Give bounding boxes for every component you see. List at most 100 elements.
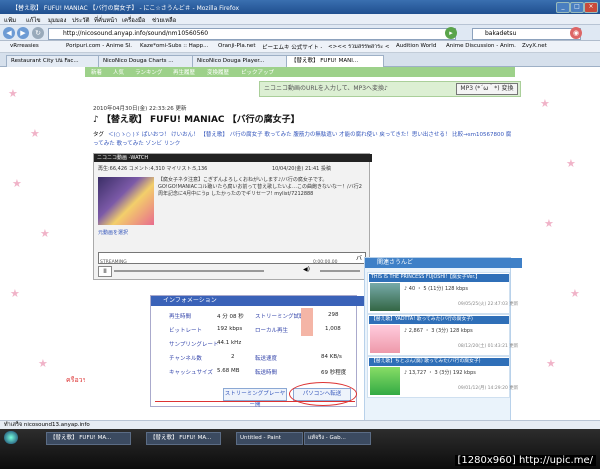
pause-button[interactable]: II [98, 266, 112, 277]
menu-tools[interactable]: เครื่องมือ [122, 15, 145, 25]
close-button[interactable]: × [584, 2, 598, 13]
streaming-player-button[interactable]: ストリーミングプレーヤー開 [223, 388, 287, 408]
menu-edit[interactable]: แก้ไข [26, 15, 41, 25]
bookmark-item[interactable]: <><< รวมสรรพสาระ <<<<... [328, 43, 390, 51]
nav-pickup[interactable]: ピックアップ [241, 68, 274, 76]
nav-ranking[interactable]: ランキング [135, 68, 162, 76]
bookmark-item[interactable]: ピーエムキ 公式サイト -... [262, 43, 322, 51]
related-thumbnail[interactable] [370, 325, 400, 353]
related-thumbnail[interactable] [370, 367, 400, 395]
reload-button[interactable]: ↻ [32, 27, 44, 39]
seek-bar[interactable] [114, 270, 264, 272]
addon-icon[interactable]: ◉ [570, 27, 582, 39]
maximize-button[interactable]: □ [570, 2, 584, 13]
info-label: ローカル再生 [255, 328, 289, 334]
menu-view[interactable]: มุมมอง [48, 15, 66, 25]
menu-history[interactable]: ประวัติ [72, 15, 90, 25]
taskbar-item[interactable]: 【替え歌】 FUFU! MA... [46, 432, 131, 445]
page-content: ★ ★ ★ ★ ★ ★ ★ ★ ★ ★ ★ ครือวรณ์ 新着 人気 ランキ… [0, 67, 600, 441]
related-date: 08/12/20(土) 01:43:21 更新 [458, 344, 519, 349]
nav-popular[interactable]: 人気 [113, 68, 124, 76]
menu-bookmarks[interactable]: ที่คั่นหน้า [94, 15, 118, 25]
star-decoration: ★ [12, 177, 22, 190]
video-thumbnail[interactable] [98, 177, 154, 225]
info-value: 298 [328, 312, 339, 318]
info-label: 転送時間 [255, 370, 278, 376]
star-decoration: ★ [544, 217, 554, 230]
bookmark-item[interactable]: vRrreasies [10, 43, 58, 49]
source-video-link[interactable]: 元動画を選択 [98, 229, 128, 236]
menu-help[interactable]: ช่วยเหลือ [152, 15, 176, 25]
related-title[interactable]: 【替え歌】ちとぶん(腐) 歌ってみた(バ行の腐女子) [369, 358, 509, 366]
taskbar-item[interactable]: Untitled - Paint [236, 432, 303, 445]
video-description: 【腐女子ネタ注意】こぎずんよろしくおねがいします♪/バ行の腐女子です。GO!GO… [158, 177, 362, 197]
related-item[interactable]: THIS IS THE PRINCESS FUJOSHI!【腐女子Ver.】 ♪… [367, 272, 518, 314]
info-label: 再生時間 [169, 314, 192, 320]
related-stats: ♪ 13,727 ・ 3 (3分) 192 kbps [404, 370, 476, 376]
taskbar-item[interactable]: 【替え歌】 FUFU! MA... [146, 432, 221, 445]
window-title: 【替え歌】 FUFU! MANIAC 【バ行の腐女子】 - にこ☆さうんど＃ -… [12, 5, 240, 12]
menu-file[interactable]: แฟ้ม [4, 15, 16, 25]
volume-icon[interactable]: ◀) [303, 266, 310, 273]
bookmark-item[interactable]: Oranji-Pla.net [218, 43, 256, 49]
taskbar: 【替え歌】 FUFU! MA... 【替え歌】 FUFU! MA... Unti… [0, 429, 600, 469]
related-date: 09/05/25(火) 22:47:03 更新 [458, 302, 519, 307]
watermark: [1280x960] http://upic.me/ [454, 455, 596, 466]
address-bar[interactable]: http://nicosound.anyap.info/sound/nm1056… [48, 28, 456, 40]
forward-button[interactable]: ▶ [17, 27, 29, 39]
go-button[interactable]: ▸ [445, 27, 457, 39]
status-bar: ทำเสร็จ nicosound13.anyap.info [0, 420, 600, 429]
convert-placeholder: ニコニコ動画のURLを入力して、MP3へ変換♪ [264, 85, 388, 92]
bookmark-item[interactable]: Audition World [396, 43, 440, 49]
url-convert-input[interactable]: ニコニコ動画のURLを入力して、MP3へ変換♪ MP3 (*´ω｀*) 変換 [259, 81, 521, 97]
player-posted: 10/04/20(金) 21:41 投稿 [272, 166, 331, 172]
minimize-button[interactable]: _ [556, 2, 570, 13]
info-label: ビットレート [169, 328, 203, 334]
nav-play-history[interactable]: 再生履歴 [173, 68, 195, 76]
nav-convert-history[interactable]: 変換履歴 [207, 68, 229, 76]
info-label: キャッシュサイズ [169, 370, 213, 376]
related-title[interactable]: 【替え歌】YADTTA! 歌ってみた(バ行の腐女子) [369, 316, 509, 324]
info-label: ストリーミング試聴 [255, 314, 305, 320]
site-nav: 新着 人気 ランキング 再生履歴 変換履歴 ピックアップ [85, 67, 515, 77]
back-button[interactable]: ◀ [3, 27, 15, 39]
bookmarks-bar: vRrreasies Poripuri.com - Anime Sl... Ka… [0, 41, 600, 53]
star-decoration: ★ [566, 157, 576, 170]
page-title: ♪ 【替え歌】 FUFU! MANIAC 【バ行の腐女子】 [93, 115, 300, 125]
related-item[interactable]: 【替え歌】ちとぶん(腐) 歌ってみた(バ行の腐女子) ♪ 13,727 ・ 3 … [367, 356, 518, 398]
info-label: サンプリングレート [169, 342, 219, 348]
star-decoration: ★ [546, 357, 556, 370]
bookmark-item[interactable]: Kaze*omi-Subs :: Happ... [140, 43, 210, 49]
tag-list: タグ ＜(○ゝ○ )ゞ ぱいおつ！ けいおん！ 【替え歌】 バ行の腐女子 歌ってみ… [93, 131, 513, 149]
bookmark-item[interactable]: Poripuri.com - Anime Sl... [66, 43, 132, 49]
navigation-toolbar: ◀ ▶ ↻ http://nicosound.anyap.info/sound/… [0, 25, 600, 41]
video-player[interactable]: ニコニコ動画 -WATCH 再生:66,426 コメント:4,310 マイリスト… [93, 153, 372, 280]
info-value: 1,008 [325, 326, 341, 332]
info-value: 192 kbps [217, 326, 243, 332]
tag-links[interactable]: ＜(○ゝ○ )ゞ ぱいおつ！ けいおん！ 【替え歌】 バ行の腐女子 歌ってみた … [93, 132, 511, 147]
volume-slider[interactable] [320, 270, 360, 272]
related-date: 09/01/12(月) 14:29:20 更新 [458, 386, 519, 391]
player-header: ニコニコ動画 -WATCH [94, 154, 372, 162]
highlight-bar [301, 308, 313, 336]
taskbar-item[interactable]: แท้จริง - Gab... [304, 432, 371, 445]
info-value: 4 分 08 秒 [217, 314, 244, 320]
star-decoration: ★ [40, 227, 50, 240]
information-panel: インフォメーション 再生時間 4 分 08 秒 ストリーミング試聴 298 ビッ… [150, 295, 368, 408]
info-value: 69 秒程度 [321, 370, 347, 376]
start-button[interactable] [4, 431, 18, 444]
related-item[interactable]: 【替え歌】YADTTA! 歌ってみた(バ行の腐女子) ♪ 2,867 ・ 3 (… [367, 314, 518, 356]
search-input[interactable]: bakadetsu [472, 28, 581, 40]
related-header: 関連さうんど [365, 258, 522, 268]
related-thumbnail[interactable] [370, 283, 400, 311]
related-stats: ♪ 40 ・ 5 (11分) 128 kbps [404, 286, 468, 292]
info-header: インフォメーション [151, 296, 368, 306]
nav-new[interactable]: 新着 [91, 68, 102, 76]
bookmark-item[interactable]: Anime Discussion - Anim... [446, 43, 516, 49]
related-title[interactable]: THIS IS THE PRINCESS FUJOSHI!【腐女子Ver.】 [369, 274, 509, 282]
star-decoration: ★ [30, 127, 40, 140]
mp3-convert-button[interactable]: MP3 (*´ω｀*) 変換 [456, 83, 518, 95]
time-display: 0:00:00.00 [313, 260, 338, 265]
bookmark-item[interactable]: ZvyX.net [522, 43, 562, 49]
star-decoration: ★ [570, 287, 580, 300]
